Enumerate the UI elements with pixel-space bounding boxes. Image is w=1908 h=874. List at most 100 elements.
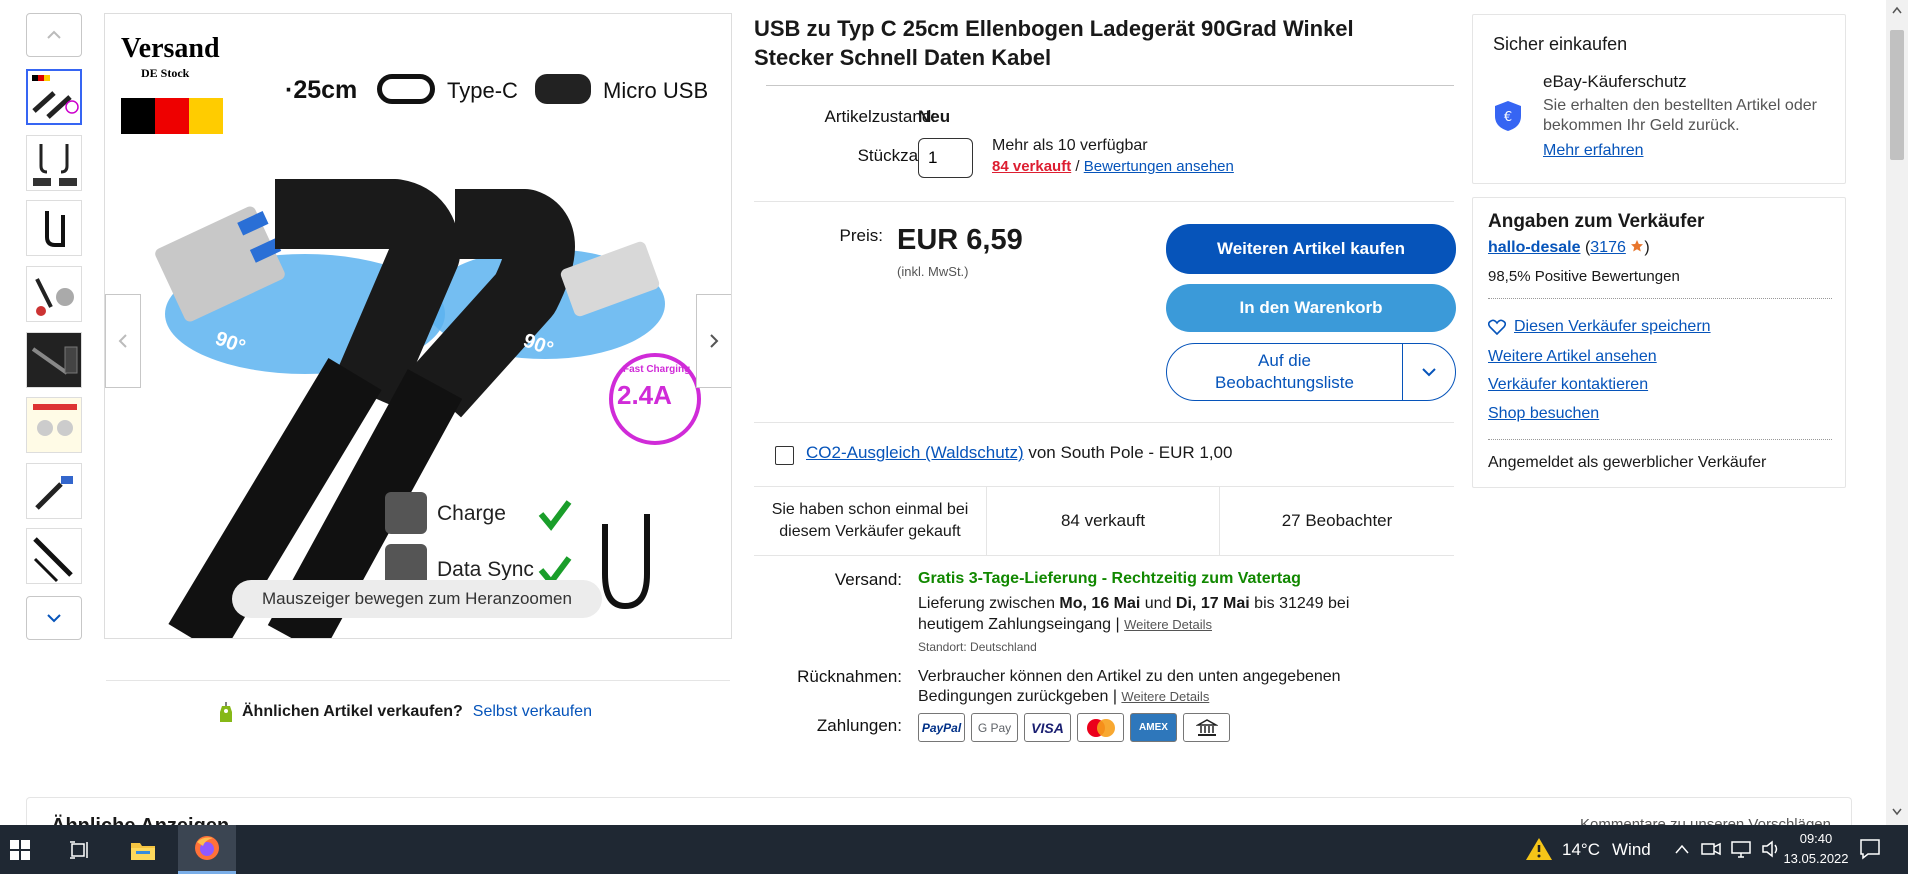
weather-text[interactable]: Wind: [1612, 840, 1651, 860]
price-note: (inkl. MwSt.): [897, 264, 969, 279]
reviews-link[interactable]: Bewertungen ansehen: [1084, 158, 1234, 175]
chevron-down-icon: [47, 614, 61, 623]
thumbnail-7[interactable]: [26, 463, 82, 519]
positive-feedback: 98,5% Positive Bewertungen: [1488, 268, 1680, 285]
sell-similar: Ähnlichen Artikel verkaufen? Selbst verk…: [218, 700, 592, 724]
scrollbar-thumb[interactable]: [1890, 30, 1904, 160]
scroll-up-icon: [1892, 6, 1902, 14]
visit-shop-link[interactable]: Shop besuchen: [1488, 405, 1599, 423]
chevron-down-icon: [1422, 368, 1436, 377]
business-seller-note: Angemeldet als gewerblicher Verkäufer: [1488, 454, 1767, 471]
seller-name-link[interactable]: hallo-desale: [1488, 239, 1580, 256]
firefox-icon: [195, 836, 219, 860]
task-view-button[interactable]: [55, 825, 105, 874]
main-product-image[interactable]: Versand DE Stock ·25cm Type-C Micro USB …: [104, 13, 732, 639]
thumbnail-2[interactable]: [26, 135, 82, 191]
watchlist-label[interactable]: Auf die Beobachtungsliste: [1167, 344, 1403, 400]
gallery-down-button[interactable]: [26, 596, 82, 640]
price-value: EUR 6,59: [897, 224, 1023, 256]
thumbnail-5[interactable]: [26, 332, 82, 388]
windows-logo-icon: [10, 839, 30, 860]
buy-now-button[interactable]: Weiteren Artikel kaufen: [1166, 224, 1456, 274]
stat-watchers: 27 Beobachter: [1281, 511, 1393, 530]
clock-time[interactable]: 09:40: [1776, 831, 1856, 846]
price-tag-icon: [220, 702, 232, 722]
weather-warning-icon: [1526, 838, 1552, 860]
thumbnail-3[interactable]: [26, 200, 82, 256]
bank-transfer-logo: [1183, 713, 1230, 742]
listing-title: USB zu Typ C 25cm Ellenbogen Ladegerät 9…: [754, 16, 1354, 70]
thumbnail-4[interactable]: [26, 266, 82, 322]
sell-yourself-link[interactable]: Selbst verkaufen: [473, 703, 592, 721]
firefox-taskbar-button[interactable]: [178, 825, 236, 874]
weather-temp[interactable]: 14°C: [1562, 840, 1600, 860]
feedback-link[interactable]: Kommentare zu unseren Vorschlägen: [1580, 816, 1831, 825]
co2-link[interactable]: CO2-Ausgleich (Waldschutz): [806, 443, 1024, 462]
shipping-text-b: und: [1140, 595, 1176, 612]
network-icon[interactable]: [1730, 839, 1752, 859]
sold-reviews-separator: /: [1075, 158, 1080, 175]
sell-similar-question: Ähnlichen Artikel verkaufen?: [242, 703, 463, 720]
add-to-cart-button[interactable]: In den Warenkorb: [1166, 284, 1456, 332]
returns-details-link[interactable]: Weitere Details: [1121, 689, 1209, 704]
divider: [754, 422, 1454, 423]
stat-purchased-before: Sie haben schon einmal bei diesem Verkäu…: [754, 487, 987, 555]
learn-more-link[interactable]: Mehr erfahren: [1543, 142, 1644, 160]
sold-count-link[interactable]: 84 verkauft: [992, 158, 1071, 175]
shipping-details: Lieferung zwischen Mo, 16 Mai und Di, 17…: [918, 593, 1418, 635]
microusb-port-icon: [535, 74, 591, 104]
chevron-up-icon[interactable]: [1674, 843, 1690, 855]
feedback-score-link[interactable]: 3176: [1590, 239, 1626, 256]
watchlist-line1: Auf die: [1258, 351, 1311, 370]
mastercard-icon: [1086, 718, 1115, 737]
image-brand-line1: Versand: [121, 33, 220, 64]
protection-text: Sie erhalten den bestellten Artikel oder…: [1543, 97, 1817, 134]
task-view-icon: [70, 840, 88, 859]
file-explorer-button[interactable]: [118, 825, 168, 874]
visa-logo: VISA: [1024, 713, 1071, 742]
watchlist-dropdown[interactable]: [1403, 344, 1455, 400]
availability-text: Mehr als 10 verfügbar: [992, 137, 1148, 154]
meet-now-icon[interactable]: [1700, 839, 1722, 859]
thumbnail-6[interactable]: [26, 397, 82, 453]
divider: [106, 680, 730, 681]
zoom-hint: Mauszeiger bewegen zum Heranzoomen: [232, 580, 602, 618]
more-items-link[interactable]: Weitere Artikel ansehen: [1488, 348, 1657, 366]
sold-reviews: 84 verkauft / Bewertungen ansehen: [992, 158, 1234, 175]
paypal-logo: PayPal: [918, 713, 965, 742]
co2-option: CO2-Ausgleich (Waldschutz) von South Pol…: [806, 443, 1232, 463]
watchlist-line2: Beobachtungsliste: [1215, 373, 1354, 392]
stat-sold: 84 verkauft: [987, 487, 1220, 555]
image-amps: 2.4A: [617, 380, 672, 410]
chevron-left-icon: [118, 334, 127, 348]
shipping-date2: Di, 17 Mai: [1175, 595, 1250, 612]
contact-seller-link[interactable]: Verkäufer kontaktieren: [1488, 376, 1648, 394]
shipping-text-a: Lieferung zwischen: [918, 595, 1060, 612]
save-seller-link[interactable]: Diesen Verkäufer speichern: [1514, 318, 1711, 336]
returns-text: Verbraucher können den Artikel zu den un…: [918, 667, 1418, 707]
save-seller-row[interactable]: Diesen Verkäufer speichern: [1488, 318, 1711, 336]
clock-date[interactable]: 13.05.2022: [1768, 851, 1864, 866]
page-scrollbar[interactable]: [1886, 0, 1908, 825]
thumbnail-8[interactable]: [26, 528, 82, 584]
shipping-date1: Mo, 16 Mai: [1059, 595, 1141, 612]
safe-shopping-box: Sicher einkaufen € eBay-Käuferschutz Sie…: [1472, 14, 1846, 184]
start-button[interactable]: [0, 825, 40, 874]
notifications-icon[interactable]: [1858, 837, 1882, 861]
gallery-up-button[interactable]: [26, 13, 82, 57]
mastercard-logo: [1077, 713, 1124, 742]
buyer-protection-shield-icon: €: [1495, 101, 1521, 131]
image-prev-button[interactable]: [105, 294, 141, 388]
thumbnail-1[interactable]: [26, 69, 82, 125]
similar-items-heading: Ähnliche Anzeigen: [51, 815, 229, 825]
condition-label: Artikelzustand:: [824, 107, 937, 126]
co2-rest: von South Pole - EUR 1,00: [1028, 443, 1233, 462]
heart-icon: [1488, 319, 1506, 335]
typec-port-icon: [377, 74, 435, 104]
shipping-details-link[interactable]: Weitere Details: [1124, 617, 1212, 632]
image-next-button[interactable]: [696, 294, 731, 388]
co2-checkbox[interactable]: [775, 446, 794, 465]
seller-name-row: hallo-desale (3176 ): [1488, 239, 1650, 257]
watchlist-button[interactable]: Auf die Beobachtungsliste: [1166, 343, 1456, 401]
quantity-input[interactable]: [918, 138, 973, 178]
